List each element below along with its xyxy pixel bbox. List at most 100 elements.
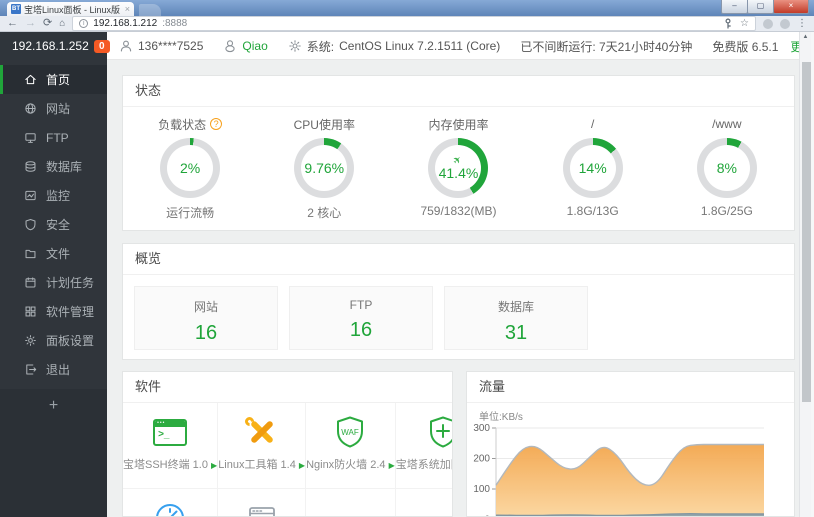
gauge-sublabel: 759/1832(MB) <box>420 204 497 218</box>
svg-text:100: 100 <box>473 484 490 495</box>
card-label: FTP <box>349 298 373 312</box>
sidebar-item-label: 软件管理 <box>46 305 95 319</box>
software-panel: 软件 ••• >_ 宝塔SSH终端 1.0 ▶ Linux工具箱 1.4 ▶ W… <box>122 371 453 517</box>
app-name: Nginx防火墙 2.4 <box>306 459 386 471</box>
qq-contact[interactable]: Qiao <box>223 39 268 53</box>
task-calendar-icon <box>25 277 36 288</box>
system-label: 系统: <box>306 39 335 54</box>
account-phone[interactable]: 136****7525 <box>119 39 203 53</box>
sidebar-item-home[interactable]: 首页 <box>0 65 107 94</box>
gauge-ring: 14% <box>562 138 623 198</box>
sidebar-item-label: 网站 <box>46 102 71 116</box>
card-label: 网站 <box>193 300 218 314</box>
info-icon[interactable]: i <box>79 19 89 28</box>
back-icon[interactable]: ← <box>7 18 18 29</box>
sidebar-item-label: FTP <box>46 130 69 145</box>
app-dashboard[interactable] <box>123 489 219 516</box>
app-linux-toolbox[interactable]: Linux工具箱 1.4 ▶ <box>218 403 307 489</box>
minimize-button[interactable]: – <box>721 0 748 14</box>
scrollbar[interactable]: ▲ <box>799 32 811 517</box>
sidebar-item-website[interactable]: 网站 <box>0 94 107 123</box>
browser-menu-icon[interactable]: ⋮ <box>797 18 807 29</box>
app-server-tool[interactable] <box>218 489 307 516</box>
extension-icon[interactable] <box>780 18 790 29</box>
sidebar-item-monitor[interactable]: 监控 <box>0 181 107 210</box>
play-icon: ▶ <box>211 461 218 470</box>
qq-name: Qiao <box>242 39 268 53</box>
sidebar-item-label: 文件 <box>46 247 71 261</box>
scrollbar-thumb[interactable] <box>802 62 811 402</box>
overview-panel: 概览 网站 16 FTP 16 数据库 31 <box>122 243 795 360</box>
app-nginx-waf[interactable]: WAF Nginx防火墙 2.4 ▶ <box>306 403 396 489</box>
sidebar-item-database[interactable]: 数据库 <box>0 152 107 181</box>
card-databases[interactable]: 数据库 31 <box>444 286 588 350</box>
help-icon[interactable]: ? <box>210 118 223 130</box>
maximize-button[interactable]: ▢ <box>747 0 774 14</box>
card-ftp[interactable]: FTP 16 <box>289 286 433 350</box>
gauge-label: CPU使用率 <box>293 117 355 132</box>
app-name: 宝塔SSH终端 1.0 <box>123 459 208 471</box>
sidebar-item-security[interactable]: 安全 <box>0 210 107 239</box>
sidebar-item-files[interactable]: 文件 <box>0 239 107 268</box>
traffic-unit-label: 单位:KB/s <box>479 412 523 423</box>
gauge-sublabel: 2 核心 <box>307 206 342 220</box>
tools-icon <box>242 415 279 447</box>
sidebar-item-ftp[interactable]: FTP <box>0 123 107 152</box>
home-nav-icon[interactable]: ⌂ <box>59 18 65 29</box>
card-value: 16 <box>349 319 373 341</box>
sidebar-item-label: 数据库 <box>46 160 83 174</box>
close-window-button[interactable]: × <box>773 0 809 14</box>
server-ip-block[interactable]: 192.168.1.252 0 <box>0 32 110 60</box>
overview-panel-title: 概览 <box>123 244 794 275</box>
sidebar: 首页 网站 FTP 数据库 监控 安全 文件 计划任务 软件管理 面板设置 退出… <box>0 60 107 517</box>
topbar-main: 136****7525 Qiao 系统: CentOS Linux 7.2.15… <box>107 32 814 60</box>
app-name: Linux工具箱 1.4 <box>218 459 296 471</box>
bookmark-star-icon[interactable]: ☆ <box>740 18 749 29</box>
sidebar-item-logout[interactable]: 退出 <box>0 355 107 384</box>
shield-plus-icon <box>429 416 452 448</box>
browser-window: BT 宝塔Linux面板 - Linux版 × – ▢ × ← → ⟳ ⌂ i … <box>0 0 814 517</box>
sidebar-item-cron[interactable]: 计划任务 <box>0 268 107 297</box>
server-ip: 192.168.1.252 <box>12 39 89 53</box>
software-grid-empty-cell <box>306 489 396 516</box>
sidebar-add-button[interactable]: + <box>0 389 107 517</box>
url-input[interactable]: i 192.168.1.212 :8888 ☆ <box>72 16 756 31</box>
app-system-hardening[interactable]: 宝塔系统加固 1.3 ▶ <box>395 403 452 489</box>
sidebar-item-settings[interactable]: 面板设置 <box>0 326 107 355</box>
play-icon: ▶ <box>388 461 395 470</box>
panel-topbar: 192.168.1.252 0 136****7525 Qiao 系统: Cen… <box>0 32 814 60</box>
system-value: CentOS Linux 7.2.1511 (Core) <box>339 39 501 53</box>
gauge-ring: 2% <box>160 138 221 198</box>
card-websites[interactable]: 网站 16 <box>134 286 278 350</box>
key-icon[interactable] <box>723 18 733 29</box>
chart-monitor-icon <box>25 190 36 201</box>
reload-icon[interactable]: ⟳ <box>43 18 52 29</box>
new-tab-button[interactable] <box>139 4 161 16</box>
gauge-value: 2% <box>179 159 201 176</box>
extension-icon[interactable] <box>763 18 773 29</box>
gauge-sublabel: 运行流畅 <box>166 206 215 220</box>
scrollbar-up-arrow-icon[interactable]: ▲ <box>800 32 811 43</box>
forward-icon[interactable]: → <box>25 18 36 29</box>
software-panel-title: 软件 <box>123 372 452 403</box>
dashboard-icon <box>156 504 184 516</box>
sidebar-item-software[interactable]: 软件管理 <box>0 297 107 326</box>
tab-close-icon[interactable]: × <box>125 4 130 14</box>
play-icon: ▶ <box>298 461 306 470</box>
gauge-ring: ✈ 41.4% <box>428 138 489 198</box>
gauge-memory: 内存使用率 ✈ 41.4% 759/1832(MB) <box>391 116 525 221</box>
gauge-ring: 9.76% <box>294 138 355 198</box>
software-grid-empty-cell <box>396 489 452 516</box>
app-ssh-terminal[interactable]: ••• >_ 宝塔SSH终端 1.0 ▶ <box>123 403 219 489</box>
browser-tabstrip: BT 宝塔Linux面板 - Linux版 × – ▢ × <box>0 0 814 16</box>
status-panel: 状态 负载状态? 2% 运行流畅 CPU使用率 9.76% 2 核心 内存使用率 <box>122 75 795 231</box>
phone-number: 136****7525 <box>138 39 204 53</box>
folder-icon <box>25 249 36 259</box>
gauge-label: /www <box>712 117 742 131</box>
svg-text:200: 200 <box>473 454 490 465</box>
card-value: 16 <box>194 322 218 344</box>
home-icon <box>25 74 36 85</box>
browser-tab[interactable]: BT 宝塔Linux面板 - Linux版 × <box>7 2 134 16</box>
system-info: 系统: CentOS Linux 7.2.1511 (Core) <box>288 38 501 55</box>
overview-cards: 网站 16 FTP 16 数据库 31 <box>123 275 794 359</box>
